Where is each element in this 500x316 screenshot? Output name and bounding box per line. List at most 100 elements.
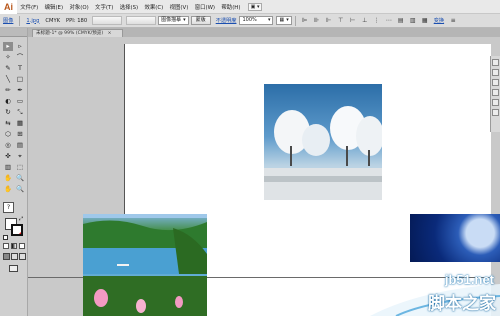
menu-file[interactable]: 文件(F) bbox=[17, 3, 41, 11]
site-watermark: jb51.net 脚本之家 bbox=[360, 270, 500, 316]
ppi-value: PPI: 180 bbox=[66, 17, 88, 24]
shape-builder-tool-icon[interactable]: ⬡ bbox=[3, 130, 13, 139]
grid-icon[interactable]: ▤ bbox=[397, 17, 405, 25]
column-graph-tool-icon[interactable]: ⬚ bbox=[15, 163, 25, 172]
menu-help[interactable]: 帮助(H) bbox=[218, 3, 243, 11]
watermark-site-name: 脚本之家 bbox=[428, 294, 496, 314]
document-tab-title: 未标题-1* @ 99% (CMYK/预览) bbox=[36, 31, 104, 36]
style-swatch-dropdown[interactable]: ▦ ▾ bbox=[276, 16, 292, 25]
blend-tool-icon[interactable]: ⌖ bbox=[15, 152, 25, 161]
opacity-value: 100% bbox=[242, 17, 257, 23]
artboard-tool-icon[interactable]: ✋ bbox=[3, 174, 13, 183]
rectangle-tool-icon[interactable]: □ bbox=[15, 75, 25, 84]
magic-wand-tool-icon[interactable]: ✧ bbox=[3, 53, 13, 62]
watermark-url: jb51.net bbox=[444, 272, 494, 287]
align-center-icon[interactable]: ⊪ bbox=[313, 17, 321, 25]
menu-bar: Ai 文件(F) 编辑(E) 对象(O) 文字(T) 选择(S) 效果(C) 视… bbox=[0, 0, 500, 14]
default-fill-stroke-icon[interactable] bbox=[3, 235, 8, 240]
tools-panel: ▸ ▹ ✧ ⌒ ✎ T ╲ □ ✏ ✒ ◐ ▭ ↻ ⤡ ⇆ ▦ ⬡ ⊞ ◎ ▤ … bbox=[0, 28, 28, 316]
direct-selection-tool-icon[interactable]: ▹ bbox=[15, 42, 25, 51]
menu-object[interactable]: 对象(O) bbox=[66, 3, 92, 11]
arrange-icon[interactable]: ▥ bbox=[409, 17, 417, 25]
collapsed-panels-strip bbox=[490, 56, 500, 132]
scale-tool-icon[interactable]: ⤡ bbox=[15, 108, 25, 117]
close-icon[interactable]: × bbox=[108, 31, 112, 36]
align-bottom-icon[interactable]: ⊥ bbox=[361, 17, 369, 25]
color-mode: CMYK bbox=[45, 17, 61, 24]
chevron-down-icon: ▾ bbox=[267, 17, 271, 23]
image-label[interactable]: 图像 bbox=[0, 17, 16, 24]
image-trace-label: 图像描摹 bbox=[161, 17, 182, 23]
mesh-tool-icon[interactable]: ◎ bbox=[3, 141, 13, 150]
type-tool-icon[interactable]: T bbox=[15, 64, 25, 73]
opacity-field[interactable]: 100% ▾ bbox=[239, 16, 274, 25]
screen-mode-icon[interactable] bbox=[9, 265, 18, 272]
pen-tool-icon[interactable]: ✎ bbox=[3, 64, 13, 73]
color-button[interactable] bbox=[3, 243, 9, 249]
placed-image-lotus-lake[interactable] bbox=[83, 214, 207, 316]
embed-button[interactable] bbox=[92, 16, 123, 25]
opacity-link[interactable]: 不透明度 bbox=[213, 17, 240, 24]
symbol-sprayer-tool-icon[interactable]: ▥ bbox=[3, 163, 13, 172]
panel-toggle-button[interactable] bbox=[492, 59, 499, 66]
align-right-icon[interactable]: ⊩ bbox=[325, 17, 333, 25]
menu-effect[interactable]: 效果(C) bbox=[141, 3, 166, 11]
workspace-switcher[interactable]: ▣ ▾ bbox=[247, 2, 263, 11]
draw-normal-icon[interactable] bbox=[3, 253, 10, 260]
align-left-icon[interactable]: ⊫ bbox=[301, 17, 309, 25]
distribute-horizontal-icon[interactable]: ⋯ bbox=[385, 17, 393, 25]
line-tool-icon[interactable]: ╲ bbox=[3, 75, 13, 84]
swap-fill-stroke-icon[interactable]: ⤢ bbox=[19, 216, 23, 222]
menu-edit[interactable]: 编辑(E) bbox=[41, 3, 66, 11]
draw-behind-icon[interactable] bbox=[11, 253, 18, 260]
placed-image-winter-trees[interactable] bbox=[264, 84, 382, 200]
panel-toggle-button[interactable] bbox=[492, 79, 499, 86]
free-transform-tool-icon[interactable]: ▦ bbox=[15, 119, 25, 128]
gradient-tool-icon[interactable]: ▤ bbox=[15, 141, 25, 150]
help-icon[interactable]: ? bbox=[3, 202, 14, 213]
placed-image-moon-night[interactable] bbox=[410, 214, 500, 262]
draw-inside-icon[interactable] bbox=[19, 253, 26, 260]
rotate-tool-icon[interactable]: ↻ bbox=[3, 108, 13, 117]
image-trace-dropdown[interactable]: 图像描摹 ▾ bbox=[158, 16, 189, 25]
linked-file-name[interactable]: 1.jpg bbox=[23, 18, 42, 24]
edit-original-button[interactable] bbox=[126, 16, 157, 25]
eyedropper-tool-icon[interactable]: ✜ bbox=[3, 152, 13, 161]
separator bbox=[19, 15, 21, 26]
panel-toggle-button[interactable] bbox=[492, 69, 499, 76]
gradient-button[interactable] bbox=[11, 243, 17, 249]
selection-tool-icon[interactable]: ▸ bbox=[3, 42, 13, 51]
document-tab[interactable]: 未标题-1* @ 99% (CMYK/预览) × bbox=[32, 29, 124, 37]
menu-window[interactable]: 窗口(W) bbox=[192, 3, 219, 11]
align-top-icon[interactable]: ⊤ bbox=[337, 17, 345, 25]
align-middle-icon[interactable]: ⊢ bbox=[349, 17, 357, 25]
distribute-icon[interactable]: ⋮ bbox=[373, 17, 381, 25]
panel-toggle-button[interactable] bbox=[492, 109, 499, 116]
hand-tool-icon[interactable]: ✋ bbox=[3, 185, 13, 194]
lasso-tool-icon[interactable]: ⌒ bbox=[15, 53, 25, 62]
slice-tool-icon[interactable]: 🔍 bbox=[15, 174, 25, 183]
paintbrush-tool-icon[interactable]: ✒ bbox=[15, 86, 25, 95]
menu-type[interactable]: 文字(T) bbox=[92, 3, 117, 11]
panel-toggle-button[interactable] bbox=[492, 99, 499, 106]
pencil-tool-icon[interactable]: ✏ bbox=[3, 86, 13, 95]
panel-menu-icon[interactable]: ≡ bbox=[449, 17, 457, 25]
mask-button[interactable]: 蒙版 bbox=[190, 16, 211, 25]
separator bbox=[294, 15, 296, 26]
transform-link[interactable]: 变换 bbox=[431, 17, 447, 24]
eraser-tool-icon[interactable]: ▭ bbox=[15, 97, 25, 106]
lotus-lake-illustration bbox=[83, 214, 207, 316]
stroke-swatch[interactable] bbox=[11, 224, 23, 236]
menu-view[interactable]: 视图(V) bbox=[166, 3, 191, 11]
winter-trees-illustration bbox=[264, 106, 382, 200]
tools-panel-grip[interactable] bbox=[0, 28, 27, 37]
perspective-grid-tool-icon[interactable]: ⊞ bbox=[15, 130, 25, 139]
none-button[interactable] bbox=[19, 243, 25, 249]
blob-brush-tool-icon[interactable]: ◐ bbox=[3, 97, 13, 106]
menu-select[interactable]: 选择(S) bbox=[117, 3, 142, 11]
panel-toggle-button[interactable] bbox=[492, 89, 499, 96]
zoom-tool-icon[interactable]: 🔍 bbox=[15, 185, 25, 194]
width-tool-icon[interactable]: ⇆ bbox=[3, 119, 13, 128]
no-stroke-slash-icon bbox=[18, 231, 21, 234]
align-to-icon[interactable]: ▦ bbox=[421, 17, 429, 25]
